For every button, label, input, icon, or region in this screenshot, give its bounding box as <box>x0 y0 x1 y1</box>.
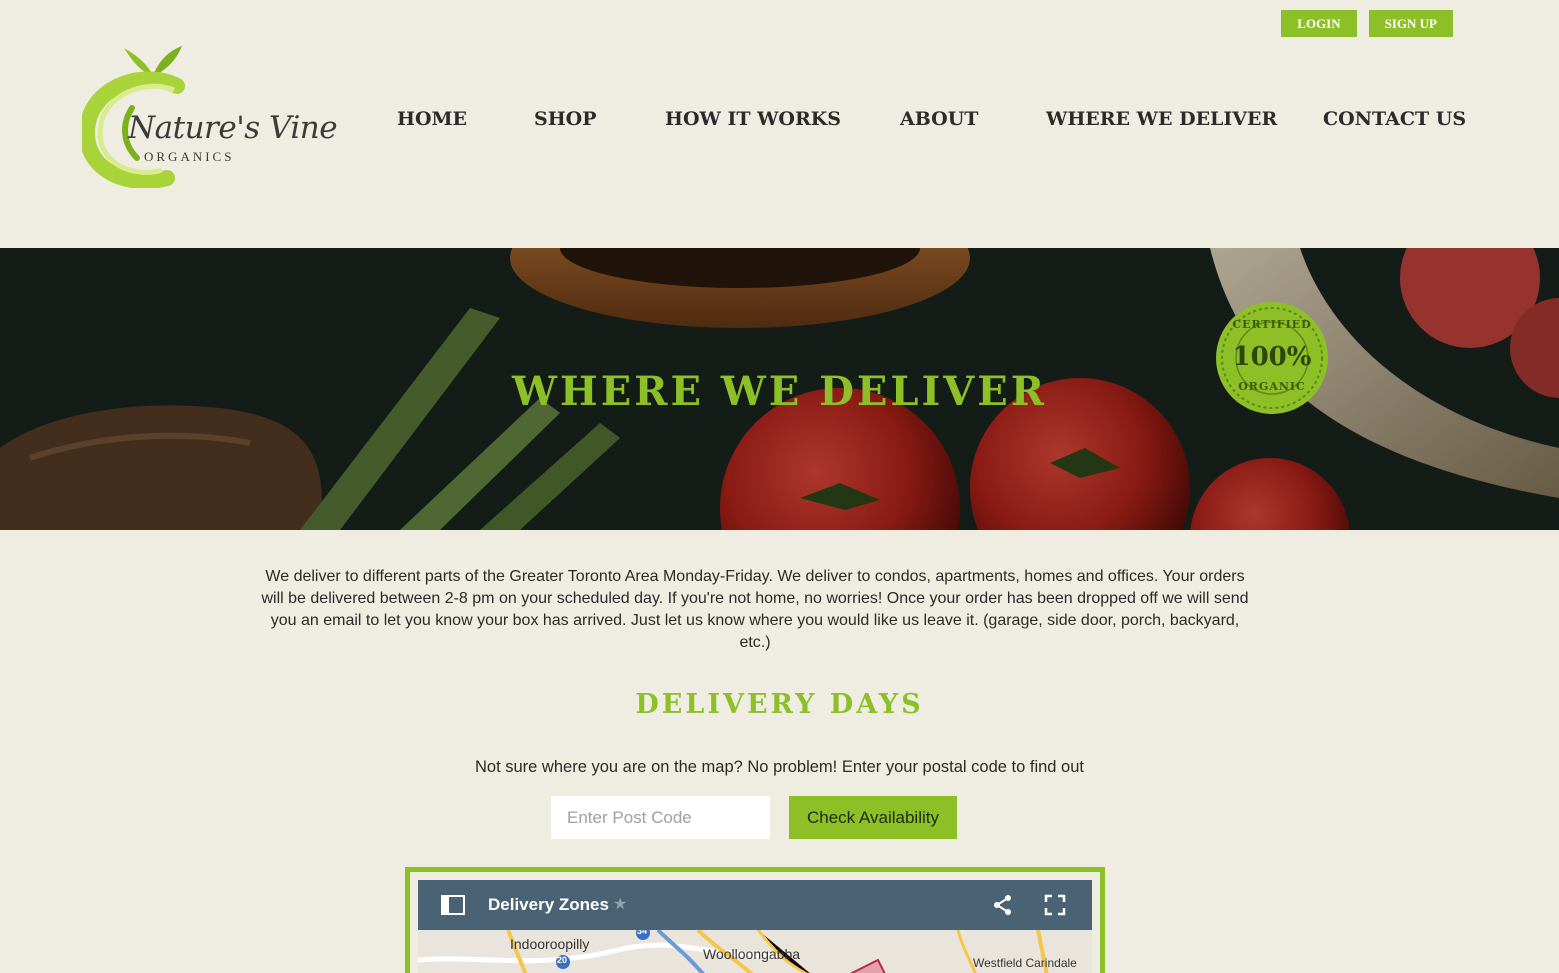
logo-subtitle: ORGANICS <box>144 149 235 164</box>
map-label-indooroopilly: Indooroopilly <box>510 936 590 952</box>
map-canvas[interactable]: Indooroopilly Woolloongabba Westfield Ca… <box>418 930 1092 973</box>
nav-shop[interactable]: SHOP <box>534 108 597 130</box>
postal-code-helper: Not sure where you are on the map? No pr… <box>474 758 1084 776</box>
logo-title: Nature's Vine <box>128 110 338 146</box>
nav-about[interactable]: ABOUT <box>900 108 978 130</box>
hero-banner: WHERE WE DELIVER CERTIFIED 100% ORGANIC <box>0 248 1559 530</box>
nav-where-we-deliver[interactable]: WHERE WE DELIVER <box>1046 108 1277 130</box>
side-panel-icon[interactable] <box>440 894 466 916</box>
badge-bottom-text: ORGANIC <box>1238 380 1306 393</box>
share-icon[interactable] <box>992 894 1014 916</box>
map-title: Delivery Zones <box>488 895 609 914</box>
map-toolbar: Delivery Zones ★ <box>418 880 1092 930</box>
check-availability-button[interactable]: Check Availability <box>789 796 957 839</box>
nav-home[interactable]: HOME <box>397 108 467 130</box>
map-label-woolloongabba: Woolloongabba <box>703 946 801 962</box>
certified-organic-badge: CERTIFIED 100% ORGANIC <box>1212 298 1332 418</box>
badge-center-text: 100% <box>1232 342 1312 372</box>
account-actions: LOGIN SIGN UP <box>1281 10 1453 37</box>
badge-top-text: CERTIFIED <box>1232 318 1312 331</box>
nav-contact-us[interactable]: CONTACT US <box>1323 108 1466 130</box>
delivery-zones-map: Delivery Zones ★ Indooroopilly Woolloong <box>405 867 1105 973</box>
route-badge-20: 20 <box>557 955 568 965</box>
signup-button[interactable]: SIGN UP <box>1368 10 1453 37</box>
route-badge-34: 34 <box>637 930 648 936</box>
map-label-westfield-carindale: Westfield Carindale <box>973 956 1077 970</box>
delivery-days-heading: DELIVERY DAYS <box>635 689 924 720</box>
login-button[interactable]: LOGIN <box>1281 10 1357 37</box>
fullscreen-icon[interactable] <box>1044 894 1066 916</box>
postcode-input[interactable] <box>551 796 770 839</box>
nav-how-it-works[interactable]: HOW IT WORKS <box>665 108 841 130</box>
logo[interactable]: Nature's Vine ORGANICS <box>78 38 338 189</box>
star-icon[interactable]: ★ <box>613 894 627 914</box>
delivery-intro: We deliver to different parts of the Gre… <box>261 568 1249 651</box>
